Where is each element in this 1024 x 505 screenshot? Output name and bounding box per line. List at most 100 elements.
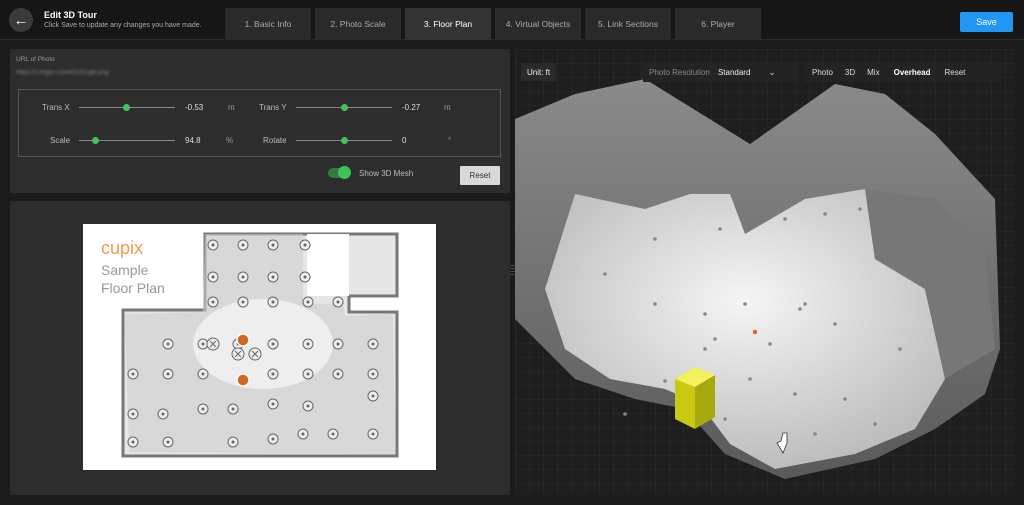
photo-point-dot [241,275,245,279]
tab-basic-info[interactable]: 1. Basic Info [225,8,311,40]
trans-x-slider[interactable] [79,104,175,111]
trans-x-unit: m [228,103,235,112]
viewer-photo-point[interactable] [798,307,802,311]
photo-point-dot [336,342,340,346]
rotate-slider[interactable] [296,137,392,144]
photo-point-dot [166,342,170,346]
selected-photo-point[interactable] [236,333,250,347]
trans-y-slider[interactable] [296,104,392,111]
photo-point-dot [271,300,275,304]
viewer-photo-point[interactable] [823,212,827,216]
viewer-selected-point[interactable] [752,329,758,335]
photo-point-dot [271,342,275,346]
photo-point-dot [131,412,135,416]
viewer-photo-point[interactable] [793,392,797,396]
scale-knob[interactable] [92,137,99,144]
photo-point-dot [201,372,205,376]
photo-point-dot [371,394,375,398]
trans-y-label: Trans Y [259,103,287,112]
viewer-photo-point[interactable] [703,312,707,316]
page-title: Edit 3D Tour [44,10,97,20]
photo-point-dot [306,342,310,346]
rotate-label: Rotate [263,136,287,145]
photo-point-dot [211,275,215,279]
photo-point-dot [336,372,340,376]
overhead-3d-viewer[interactable]: Unit: ft Photo Resolution Standard ⌄ Pho… [515,49,1015,495]
virtual-object-cube[interactable] [675,367,715,429]
mode-mix-button[interactable]: Mix [867,68,879,77]
viewer-photo-point[interactable] [653,237,657,241]
photo-point-dot [306,404,310,408]
photo-point-dot [131,440,135,444]
back-arrow-icon[interactable]: ← [9,8,33,32]
rotate-knob[interactable] [341,137,348,144]
scale-slider[interactable] [79,137,175,144]
viewer-photo-point[interactable] [748,377,752,381]
viewer-photo-point[interactable] [873,422,877,426]
url-label: URL of Photo [16,56,55,63]
mode-3d-button[interactable]: 3D [845,68,855,77]
tab-player[interactable]: 6. Player [675,8,761,40]
save-button[interactable]: Save [960,12,1013,32]
viewer-photo-point[interactable] [898,347,902,351]
photo-point-dot [131,372,135,376]
photo-point-dot [303,243,307,247]
mode-photo-button[interactable]: Photo [812,68,833,77]
tab-floor-plan[interactable]: 3. Floor Plan [405,8,491,40]
photo-point-dot [301,432,305,436]
viewer-photo-point[interactable] [723,417,727,421]
resolution-value: Standard [717,67,751,77]
viewer-photo-point[interactable] [653,302,657,306]
viewer-reset-button[interactable]: Reset [945,68,966,77]
viewer-photo-point[interactable] [803,302,807,306]
photo-point-dot [303,275,307,279]
rotate-value[interactable]: 0 [402,136,406,145]
viewer-photo-point[interactable] [603,272,607,276]
viewer-photo-point[interactable] [813,432,817,436]
viewer-photo-point[interactable] [843,397,847,401]
trans-x-value[interactable]: -0.53 [185,103,203,112]
floor-plan-image[interactable]: cupix Sample Floor Plan [83,224,436,470]
viewer-photo-point[interactable] [833,322,837,326]
title-block: Edit 3D Tour Click Save to update any ch… [44,10,202,29]
scale-value[interactable]: 94.8 [185,136,201,145]
selected-photo-point[interactable] [236,373,250,387]
photo-point-dot [241,243,245,247]
scale-unit: % [226,136,234,145]
show-mesh-toggle[interactable] [328,166,351,179]
trans-y-knob[interactable] [341,104,348,111]
tab-virtual-objects[interactable]: 4. Virtual Objects [495,8,581,40]
photo-point-dot [371,432,375,436]
photo-point-dot [271,402,275,406]
url-field[interactable]: https://i.imgur.com/GUGzg8.png [16,69,108,76]
photo-point-dot [331,432,335,436]
tab-link-sections[interactable]: 5. Link Sections [585,8,671,40]
tab-photo-scale[interactable]: 2. Photo Scale [315,8,401,40]
viewer-photo-point[interactable] [663,379,667,383]
cupix-logo: cupix [101,238,143,258]
viewer-photo-point[interactable] [743,302,747,306]
photo-resolution-select[interactable]: Photo Resolution Standard ⌄ [643,62,799,82]
rotate-unit: ° [448,136,452,145]
settings-reset-button[interactable]: Reset [460,166,500,185]
viewer-photo-point[interactable] [768,342,772,346]
trans-y-value[interactable]: -0.27 [402,103,420,112]
mode-overhead-button[interactable]: Overhead [894,68,931,77]
viewer-photo-point[interactable] [718,227,722,231]
viewer-photo-point[interactable] [623,412,627,416]
unit-indicator[interactable]: Unit: ft [521,63,557,81]
photo-point-dot [271,275,275,279]
floor-plan-panel: cupix Sample Floor Plan [10,201,510,495]
floor-plan-settings: URL of Photo https://i.imgur.com/GUGzg8.… [10,49,510,193]
photo-point-dot [306,300,310,304]
viewer-photo-point[interactable] [858,207,862,211]
resolution-label: Photo Resolution [649,67,710,77]
viewer-photo-point[interactable] [703,347,707,351]
photo-point-dot [336,300,340,304]
trans-x-knob[interactable] [123,104,130,111]
trans-x-label: Trans X [42,103,70,112]
view-mode-toolbar: Photo 3D Mix Overhead Reset [804,62,1001,82]
viewer-photo-point[interactable] [783,217,787,221]
photo-point-dot [201,342,205,346]
viewer-photo-point[interactable] [713,337,717,341]
